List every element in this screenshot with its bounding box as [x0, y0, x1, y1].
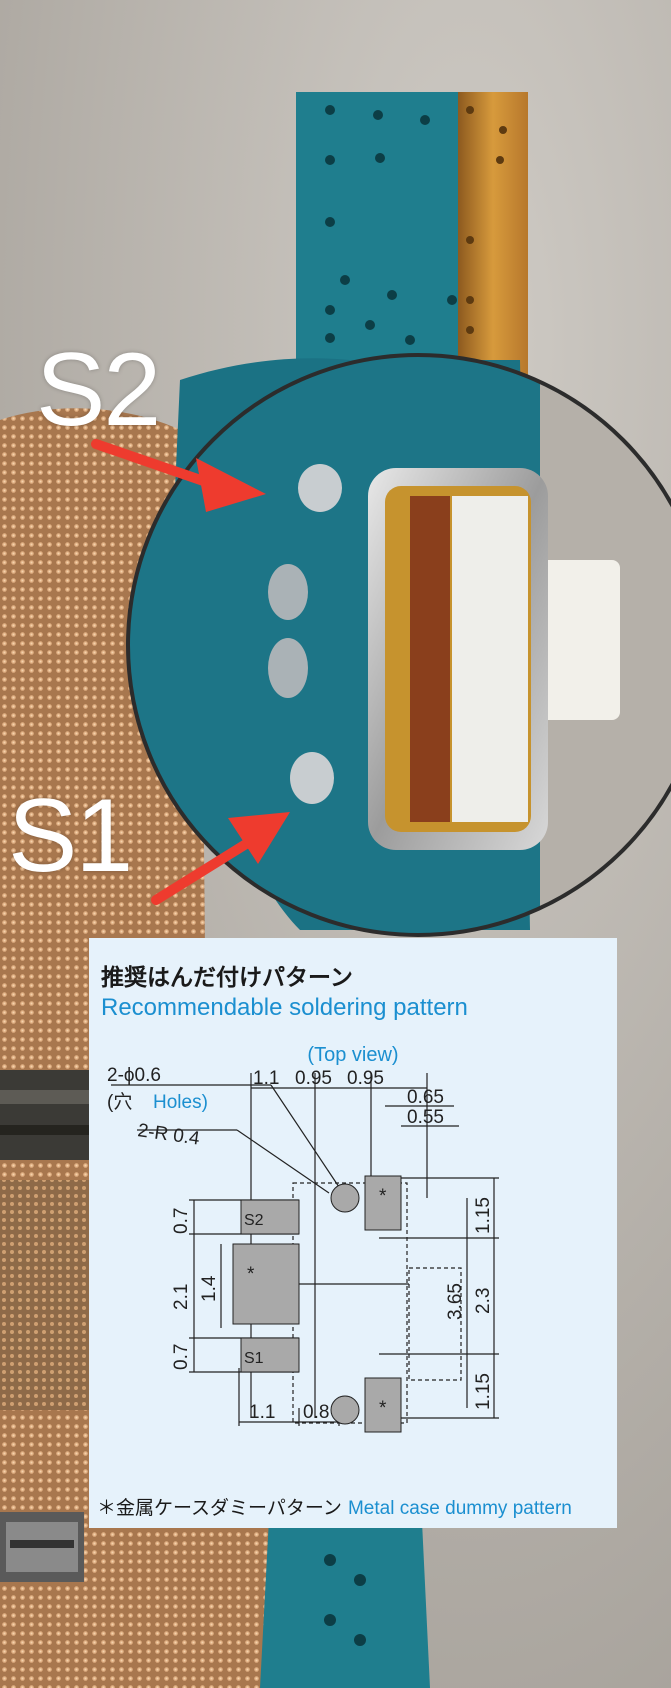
soldering-pattern-panel: 推奨はんだ付けパターン Recommendable soldering patt… [89, 938, 617, 1528]
pad-s1-label: S1 [244, 1350, 264, 1367]
dim-0-55: 0.55 [407, 1107, 444, 1128]
pad-bottom-star: * [379, 1398, 387, 1419]
pad-center-star: * [247, 1264, 255, 1285]
dim-0-95-a: 0.95 [295, 1068, 332, 1089]
holes-label-jp: (穴 [107, 1091, 132, 1113]
dim-1-15-top: 1.15 [473, 1197, 494, 1234]
dim-3-65: 3.65 [445, 1283, 466, 1320]
label-s2: S2 [36, 332, 161, 448]
footnote: ＊金属ケースダミーパターン Metal case dummy pattern [97, 1493, 572, 1520]
pad-center [232, 1243, 300, 1325]
pad-s2-label: S2 [244, 1212, 264, 1229]
dim-1-15-bottom: 1.15 [473, 1373, 494, 1410]
dim-0-7-top: 0.7 [171, 1208, 192, 1234]
hole-top [330, 1183, 360, 1213]
dim-1-1-bottom: 1.1 [249, 1402, 275, 1423]
dim-0-65: 0.65 [407, 1087, 444, 1108]
holes-label-en: Holes) [153, 1092, 208, 1113]
dim-0-95-b: 0.95 [347, 1068, 384, 1089]
dim-0-7-bottom: 0.7 [171, 1344, 192, 1370]
label-s1: S1 [8, 778, 133, 894]
footnote-en: Metal case dummy pattern [347, 1498, 572, 1519]
dim-1-1-top: 1.1 [253, 1068, 279, 1089]
hole-bottom [330, 1395, 360, 1425]
footnote-jp: ＊金属ケースダミーパターン [97, 1497, 342, 1519]
holes-label: 2-ϕ0.6 [107, 1065, 161, 1086]
dim-0-8: 0.8 [303, 1402, 329, 1423]
dim-1-4: 1.4 [199, 1275, 220, 1302]
dim-2-1: 2.1 [171, 1284, 192, 1310]
radius-label: 2-R 0.4 [136, 1120, 201, 1150]
pad-top-star: * [379, 1186, 387, 1207]
dim-2-3: 2.3 [473, 1288, 494, 1314]
land-pattern-diagram: 2-ϕ0.6 (穴 Holes) 2-R 0.4 S2 S1 * * * 1.1… [107, 1065, 499, 1433]
